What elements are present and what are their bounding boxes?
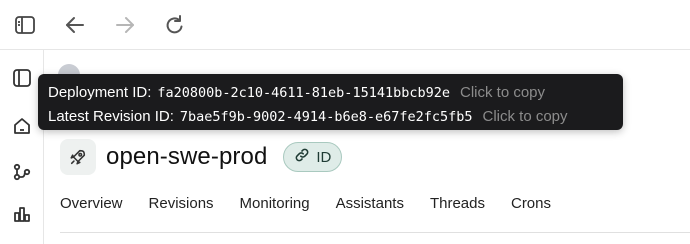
home-icon[interactable] [6,110,38,142]
deployment-id-label: Deployment ID: [48,84,152,101]
back-arrow-icon[interactable] [58,8,92,42]
toolbar [0,0,690,50]
sidebar-toggle-icon[interactable] [8,8,42,42]
tab-monitoring[interactable]: Monitoring [240,188,310,218]
reload-icon[interactable] [158,8,192,42]
page-title: open-swe-prod [106,143,268,170]
tab-divider [60,232,690,233]
revision-id-value[interactable]: 7bae5f9b-9002-4914-b6e8-e67fe2fc5fb5 [180,106,473,128]
graph-icon[interactable] [6,156,38,188]
deployment-id-value[interactable]: fa20800b-2c10-4611-81eb-15141bbcb92e [157,82,450,104]
tab-threads[interactable]: Threads [430,188,485,218]
rocket-icon [60,139,96,175]
revision-copy-hint[interactable]: Click to copy [483,106,568,128]
id-chip-label: ID [316,148,332,166]
id-tooltip: Deployment ID: fa20800b-2c10-4611-81eb-1… [38,74,623,130]
tab-crons[interactable]: Crons [511,188,551,218]
bar-chart-icon[interactable] [6,198,38,230]
tab-bar: Overview Revisions Monitoring Assistants… [60,188,577,218]
id-chip-button[interactable]: ID [283,142,343,172]
tab-revisions[interactable]: Revisions [149,188,214,218]
tab-overview[interactable]: Overview [60,188,123,218]
page-header: open-swe-prod ID [60,139,343,175]
revision-id-row[interactable]: Latest Revision ID: 7bae5f9b-9002-4914-b… [48,106,613,128]
forward-arrow-icon[interactable] [108,8,142,42]
panel-icon[interactable] [6,62,38,94]
deployment-copy-hint[interactable]: Click to copy [460,82,545,104]
tab-assistants[interactable]: Assistants [336,188,404,218]
revision-id-label: Latest Revision ID: [48,108,174,125]
deployment-id-row[interactable]: Deployment ID: fa20800b-2c10-4611-81eb-1… [48,82,613,104]
link-icon [294,147,310,167]
